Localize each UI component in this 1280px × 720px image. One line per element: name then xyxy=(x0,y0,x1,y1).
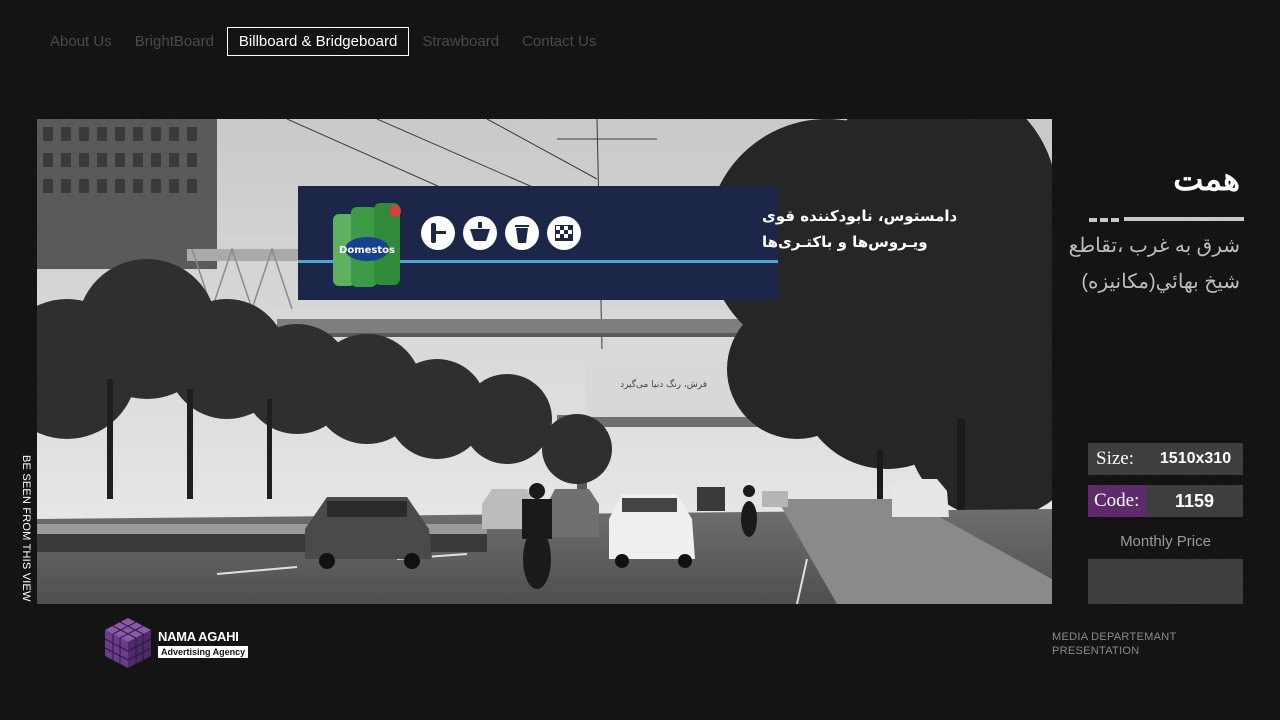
billboard-brand-text: Domestos xyxy=(339,245,395,256)
footer-line2: PRESENTATION xyxy=(1052,645,1140,657)
size-value: 1510x310 xyxy=(1159,450,1232,467)
logo-tagline: Advertising Agency xyxy=(158,645,249,658)
nav-about-us[interactable]: About Us xyxy=(40,27,122,56)
billboard-location-photo: فرش، رنگ دنیا می‌گیرد xyxy=(37,119,1052,604)
secondary-billboard-text: فرش، رنگ دنیا می‌گیرد xyxy=(620,378,707,390)
divider-dash xyxy=(1100,218,1108,222)
code-box: Code: 1159 xyxy=(1088,485,1243,517)
divider-line xyxy=(1124,217,1244,221)
monthly-price-label: Monthly Price xyxy=(1120,533,1211,550)
nav-contact-us[interactable]: Contact Us xyxy=(512,27,606,56)
code-value: 1159 xyxy=(1174,490,1215,511)
side-caption: BE SEEN FROM THIS VIEW xyxy=(18,455,32,605)
footer-line1: MEDIA DEPARTEMANT xyxy=(1052,631,1177,643)
location-title: همت xyxy=(1173,161,1240,197)
divider-dash xyxy=(1111,218,1119,222)
address-line2: شيخ بهائي(مكانيزه) xyxy=(1081,271,1240,293)
size-box: Size: 1510x310 xyxy=(1088,443,1243,475)
title-divider xyxy=(1089,216,1244,222)
footer-note: MEDIA DEPARTEMANT PRESENTATION xyxy=(1052,630,1177,658)
side-caption-text: BE SEEN FROM THIS VIEW xyxy=(20,455,32,602)
cube-logo-icon xyxy=(104,618,152,668)
billboard-headline-line1: دامستوس، نابودکننده قوی xyxy=(762,207,958,225)
agency-logo: NAMA AGAHI Advertising Agency xyxy=(103,616,249,670)
logo-text: NAMA AGAHI Advertising Agency xyxy=(158,628,249,658)
nav-brightboard[interactable]: BrightBoard xyxy=(125,27,224,56)
address-line1: شرق به غرب ،تقاطع xyxy=(1068,235,1240,257)
monthly-price-box xyxy=(1088,559,1243,604)
code-label: Code: xyxy=(1088,485,1146,517)
logo-name: NAMA AGAHI xyxy=(158,628,239,644)
size-label: Size: xyxy=(1096,448,1134,469)
top-nav: About Us BrightBoard Billboard & Bridgeb… xyxy=(40,27,609,56)
location-address: شرق به غرب ،تقاطع شيخ بهائي(مكانيزه) xyxy=(1040,228,1240,300)
nav-strawboard[interactable]: Strawboard xyxy=(412,27,509,56)
nav-billboard-bridgeboard[interactable]: Billboard & Bridgeboard xyxy=(226,27,410,56)
divider-dash xyxy=(1089,218,1097,222)
billboard-headline-line2: ویـروس‌ها و باکتـری‌ها xyxy=(762,233,928,251)
